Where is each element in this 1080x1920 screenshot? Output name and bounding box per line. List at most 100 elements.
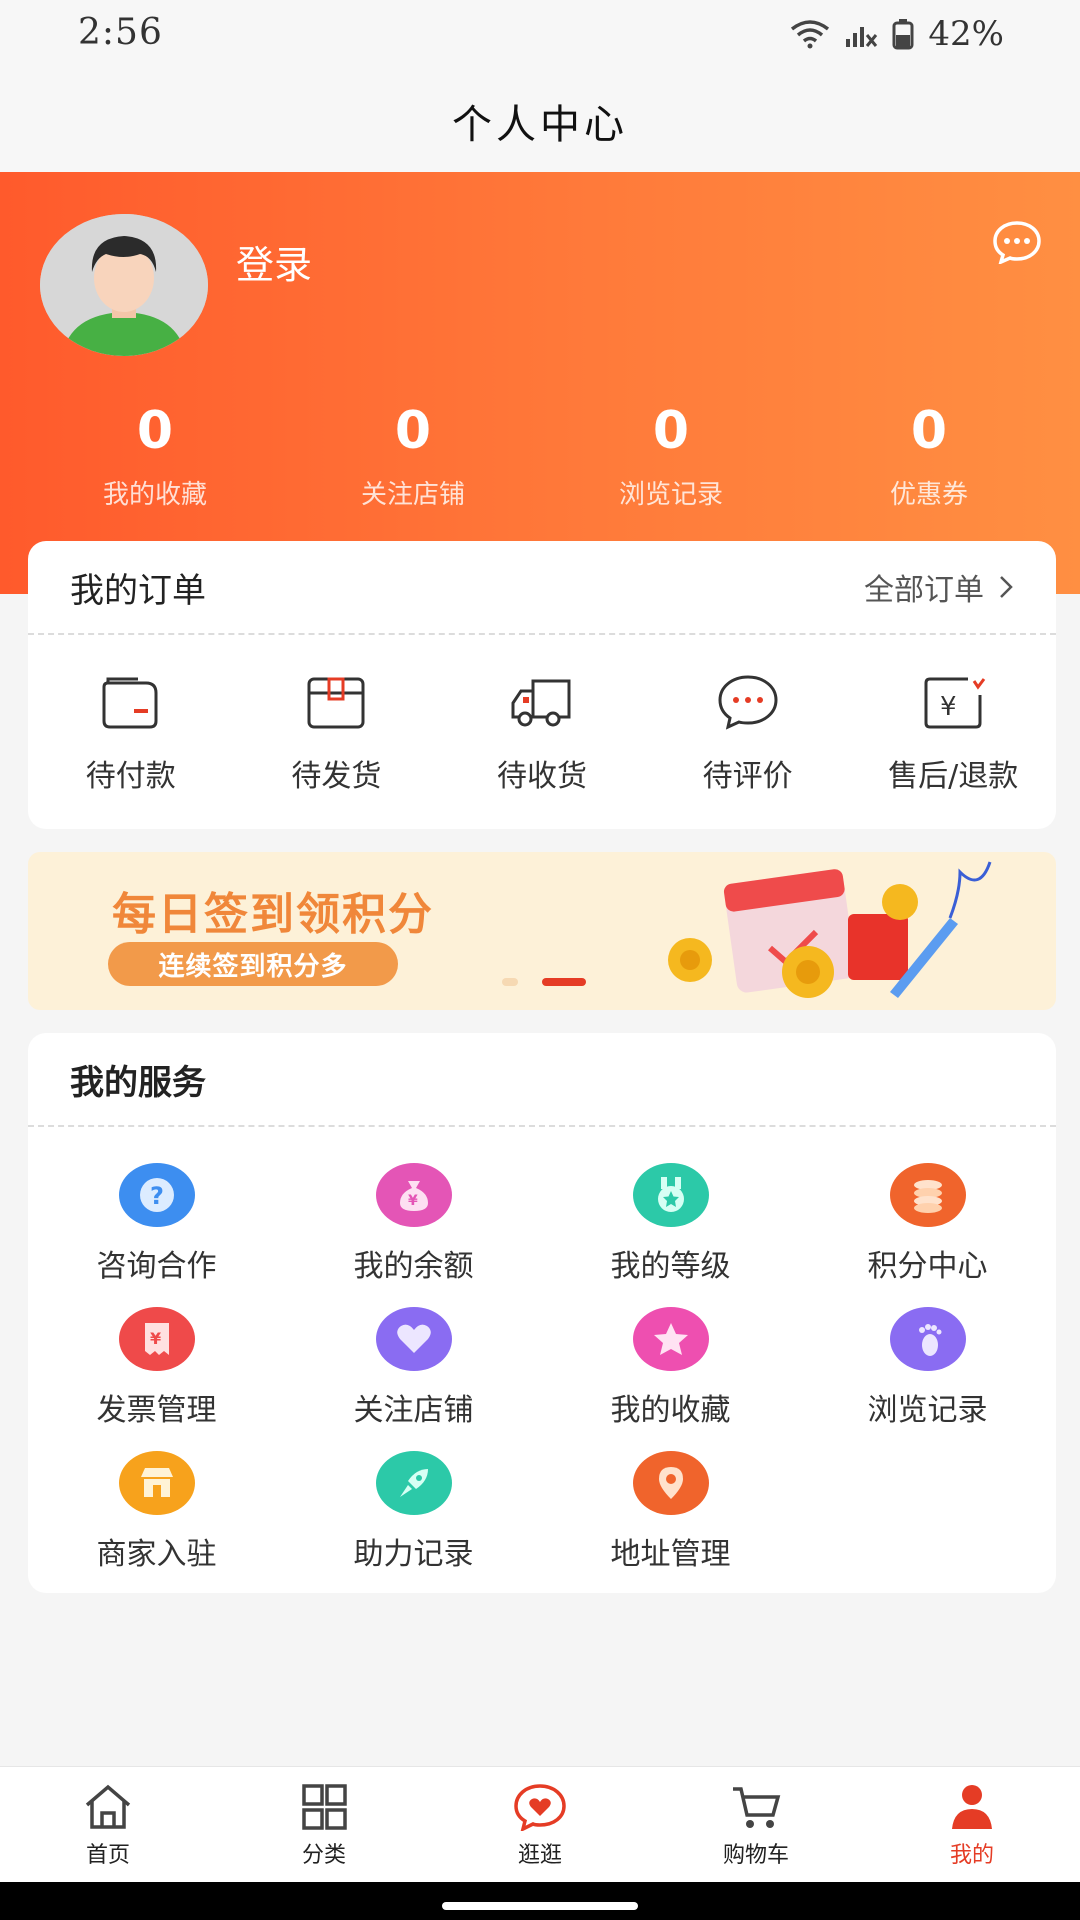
footprint-icon (889, 1307, 966, 1371)
system-nav-bar (0, 1882, 1080, 1920)
banner-title: 每日签到领积分 (112, 889, 434, 940)
order-label: 待收货 (496, 759, 587, 794)
service-merchant-join[interactable]: 商家入驻 (28, 1451, 285, 1595)
chat-bubble-icon (718, 675, 778, 730)
order-pending-payment[interactable]: 待付款 (28, 673, 234, 795)
tab-label: 购物车 (722, 1843, 789, 1868)
cart-icon (733, 1787, 781, 1828)
stat-coupons[interactable]: 0 优惠券 (800, 400, 1058, 511)
stat-label: 我的收藏 (102, 480, 207, 510)
service-invoice[interactable]: ¥ 发票管理 (28, 1307, 285, 1451)
service-label: 我的收藏 (610, 1393, 731, 1428)
order-pending-review[interactable]: 待评价 (645, 673, 851, 795)
tab-home[interactable]: 首页 (0, 1767, 216, 1882)
order-label: 待付款 (85, 759, 176, 794)
star-icon (632, 1307, 709, 1371)
service-level[interactable]: 我的等级 (542, 1163, 799, 1307)
battery-icon (892, 19, 914, 50)
service-label: 咨询合作 (96, 1249, 217, 1284)
wifi-icon (791, 20, 830, 49)
service-boost-records[interactable]: 助力记录 (285, 1451, 542, 1595)
services-card: 我的服务 ? 咨询合作 ¥ 我的余额 我的等级 积分中心 ¥ 发票管理 关注店铺… (28, 1033, 1056, 1593)
services-header: 我的服务 (28, 1033, 1056, 1127)
home-icon (85, 1784, 131, 1829)
service-consult[interactable]: ? 咨询合作 (28, 1163, 285, 1307)
nav-header: 个人中心 (0, 70, 1080, 172)
rocket-icon (375, 1451, 452, 1515)
orders-card: 我的订单 全部订单 待付款 待发货 待收货 待评价 ¥ 售后/退款 (28, 541, 1056, 829)
service-label: 我的余额 (353, 1249, 474, 1284)
shop-icon (118, 1451, 195, 1515)
carousel-dot-active[interactable] (542, 978, 586, 986)
service-label: 地址管理 (610, 1537, 731, 1572)
tab-browse[interactable]: 逛逛 (432, 1767, 648, 1882)
svg-text:¥: ¥ (940, 692, 957, 722)
tab-category[interactable]: 分类 (216, 1767, 432, 1882)
chevron-right-icon (1000, 576, 1013, 598)
service-label: 助力记录 (353, 1537, 474, 1572)
stat-value: 0 (910, 401, 948, 461)
login-link[interactable]: 登录 (236, 234, 312, 289)
svg-text:?: ? (150, 1182, 164, 1210)
profile-banner: 登录 0 我的收藏 0 关注店铺 0 浏览记录 0 优惠券 (0, 172, 1080, 594)
coins-icon (889, 1163, 966, 1227)
services-grid: ? 咨询合作 ¥ 我的余额 我的等级 积分中心 ¥ 发票管理 关注店铺 我的收藏… (28, 1127, 1056, 1595)
orders-title: 我的订单 (70, 570, 206, 611)
checkin-banner[interactable]: 每日签到领积分 连续签到积分多 (28, 852, 1056, 1010)
status-bar: 2:56 42% (0, 0, 1080, 70)
person-icon (952, 1785, 992, 1829)
service-followed-shops[interactable]: 关注店铺 (285, 1307, 542, 1451)
grid-icon (302, 1784, 347, 1830)
medal-icon (632, 1163, 709, 1227)
status-icons: 42% (790, 14, 1004, 54)
money-bag-icon: ¥ (375, 1163, 452, 1227)
tab-cart[interactable]: 购物车 (648, 1767, 864, 1882)
stat-value: 0 (136, 401, 174, 461)
service-label: 关注店铺 (353, 1393, 474, 1428)
signal-icon (846, 27, 878, 47)
order-pending-shipment[interactable]: 待发货 (234, 673, 440, 795)
stat-browse-history[interactable]: 0 浏览记录 (542, 400, 800, 511)
banner-subtitle: 连续签到积分多 (108, 942, 398, 986)
order-status-row: 待付款 待发货 待收货 待评价 ¥ 售后/退款 (28, 635, 1056, 795)
service-label: 我的等级 (610, 1249, 731, 1284)
order-label: 售后/退款 (888, 759, 1019, 794)
order-pending-receipt[interactable]: 待收货 (439, 673, 645, 795)
stat-label: 关注店铺 (360, 480, 465, 510)
all-orders-link[interactable]: 全部订单 (864, 565, 1014, 609)
service-favorites[interactable]: 我的收藏 (542, 1307, 799, 1451)
heart-chat-icon (514, 1784, 566, 1831)
tab-mine[interactable]: 我的 (864, 1767, 1080, 1882)
service-points[interactable]: 积分中心 (799, 1163, 1056, 1307)
tab-label: 首页 (85, 1843, 130, 1868)
invoice-icon: ¥ (118, 1307, 195, 1371)
status-time: 2:56 (78, 12, 163, 53)
tab-label: 逛逛 (517, 1843, 562, 1868)
svg-text:¥: ¥ (408, 1193, 418, 1209)
stat-followed-shops[interactable]: 0 关注店铺 (284, 400, 542, 511)
service-label: 浏览记录 (867, 1393, 988, 1428)
avatar[interactable] (40, 214, 208, 356)
truck-icon (511, 679, 571, 727)
bottom-tab-bar: 首页 分类 逛逛 购物车 我的 (0, 1766, 1080, 1882)
stat-favorites[interactable]: 0 我的收藏 (26, 400, 284, 511)
stat-value: 0 (394, 401, 432, 461)
wallet-icon (102, 677, 158, 729)
package-icon (307, 677, 365, 729)
order-after-sales[interactable]: ¥ 售后/退款 (850, 673, 1056, 795)
tab-label: 分类 (301, 1843, 346, 1868)
carousel-dot[interactable] (502, 978, 518, 986)
message-icon[interactable] (992, 220, 1042, 264)
service-browse-history[interactable]: 浏览记录 (799, 1307, 1056, 1451)
service-label: 商家入驻 (96, 1537, 217, 1572)
home-indicator[interactable] (442, 1902, 638, 1910)
service-address[interactable]: 地址管理 (542, 1451, 799, 1595)
service-label: 发票管理 (96, 1393, 217, 1428)
services-title: 我的服务 (70, 1062, 206, 1103)
service-balance[interactable]: ¥ 我的余额 (285, 1163, 542, 1307)
battery-percent: 42% (928, 14, 1004, 54)
stats-row: 0 我的收藏 0 关注店铺 0 浏览记录 0 优惠券 (0, 400, 1080, 511)
default-avatar-icon (40, 214, 208, 356)
stat-value: 0 (652, 401, 690, 461)
orders-header: 我的订单 全部订单 (28, 541, 1056, 635)
